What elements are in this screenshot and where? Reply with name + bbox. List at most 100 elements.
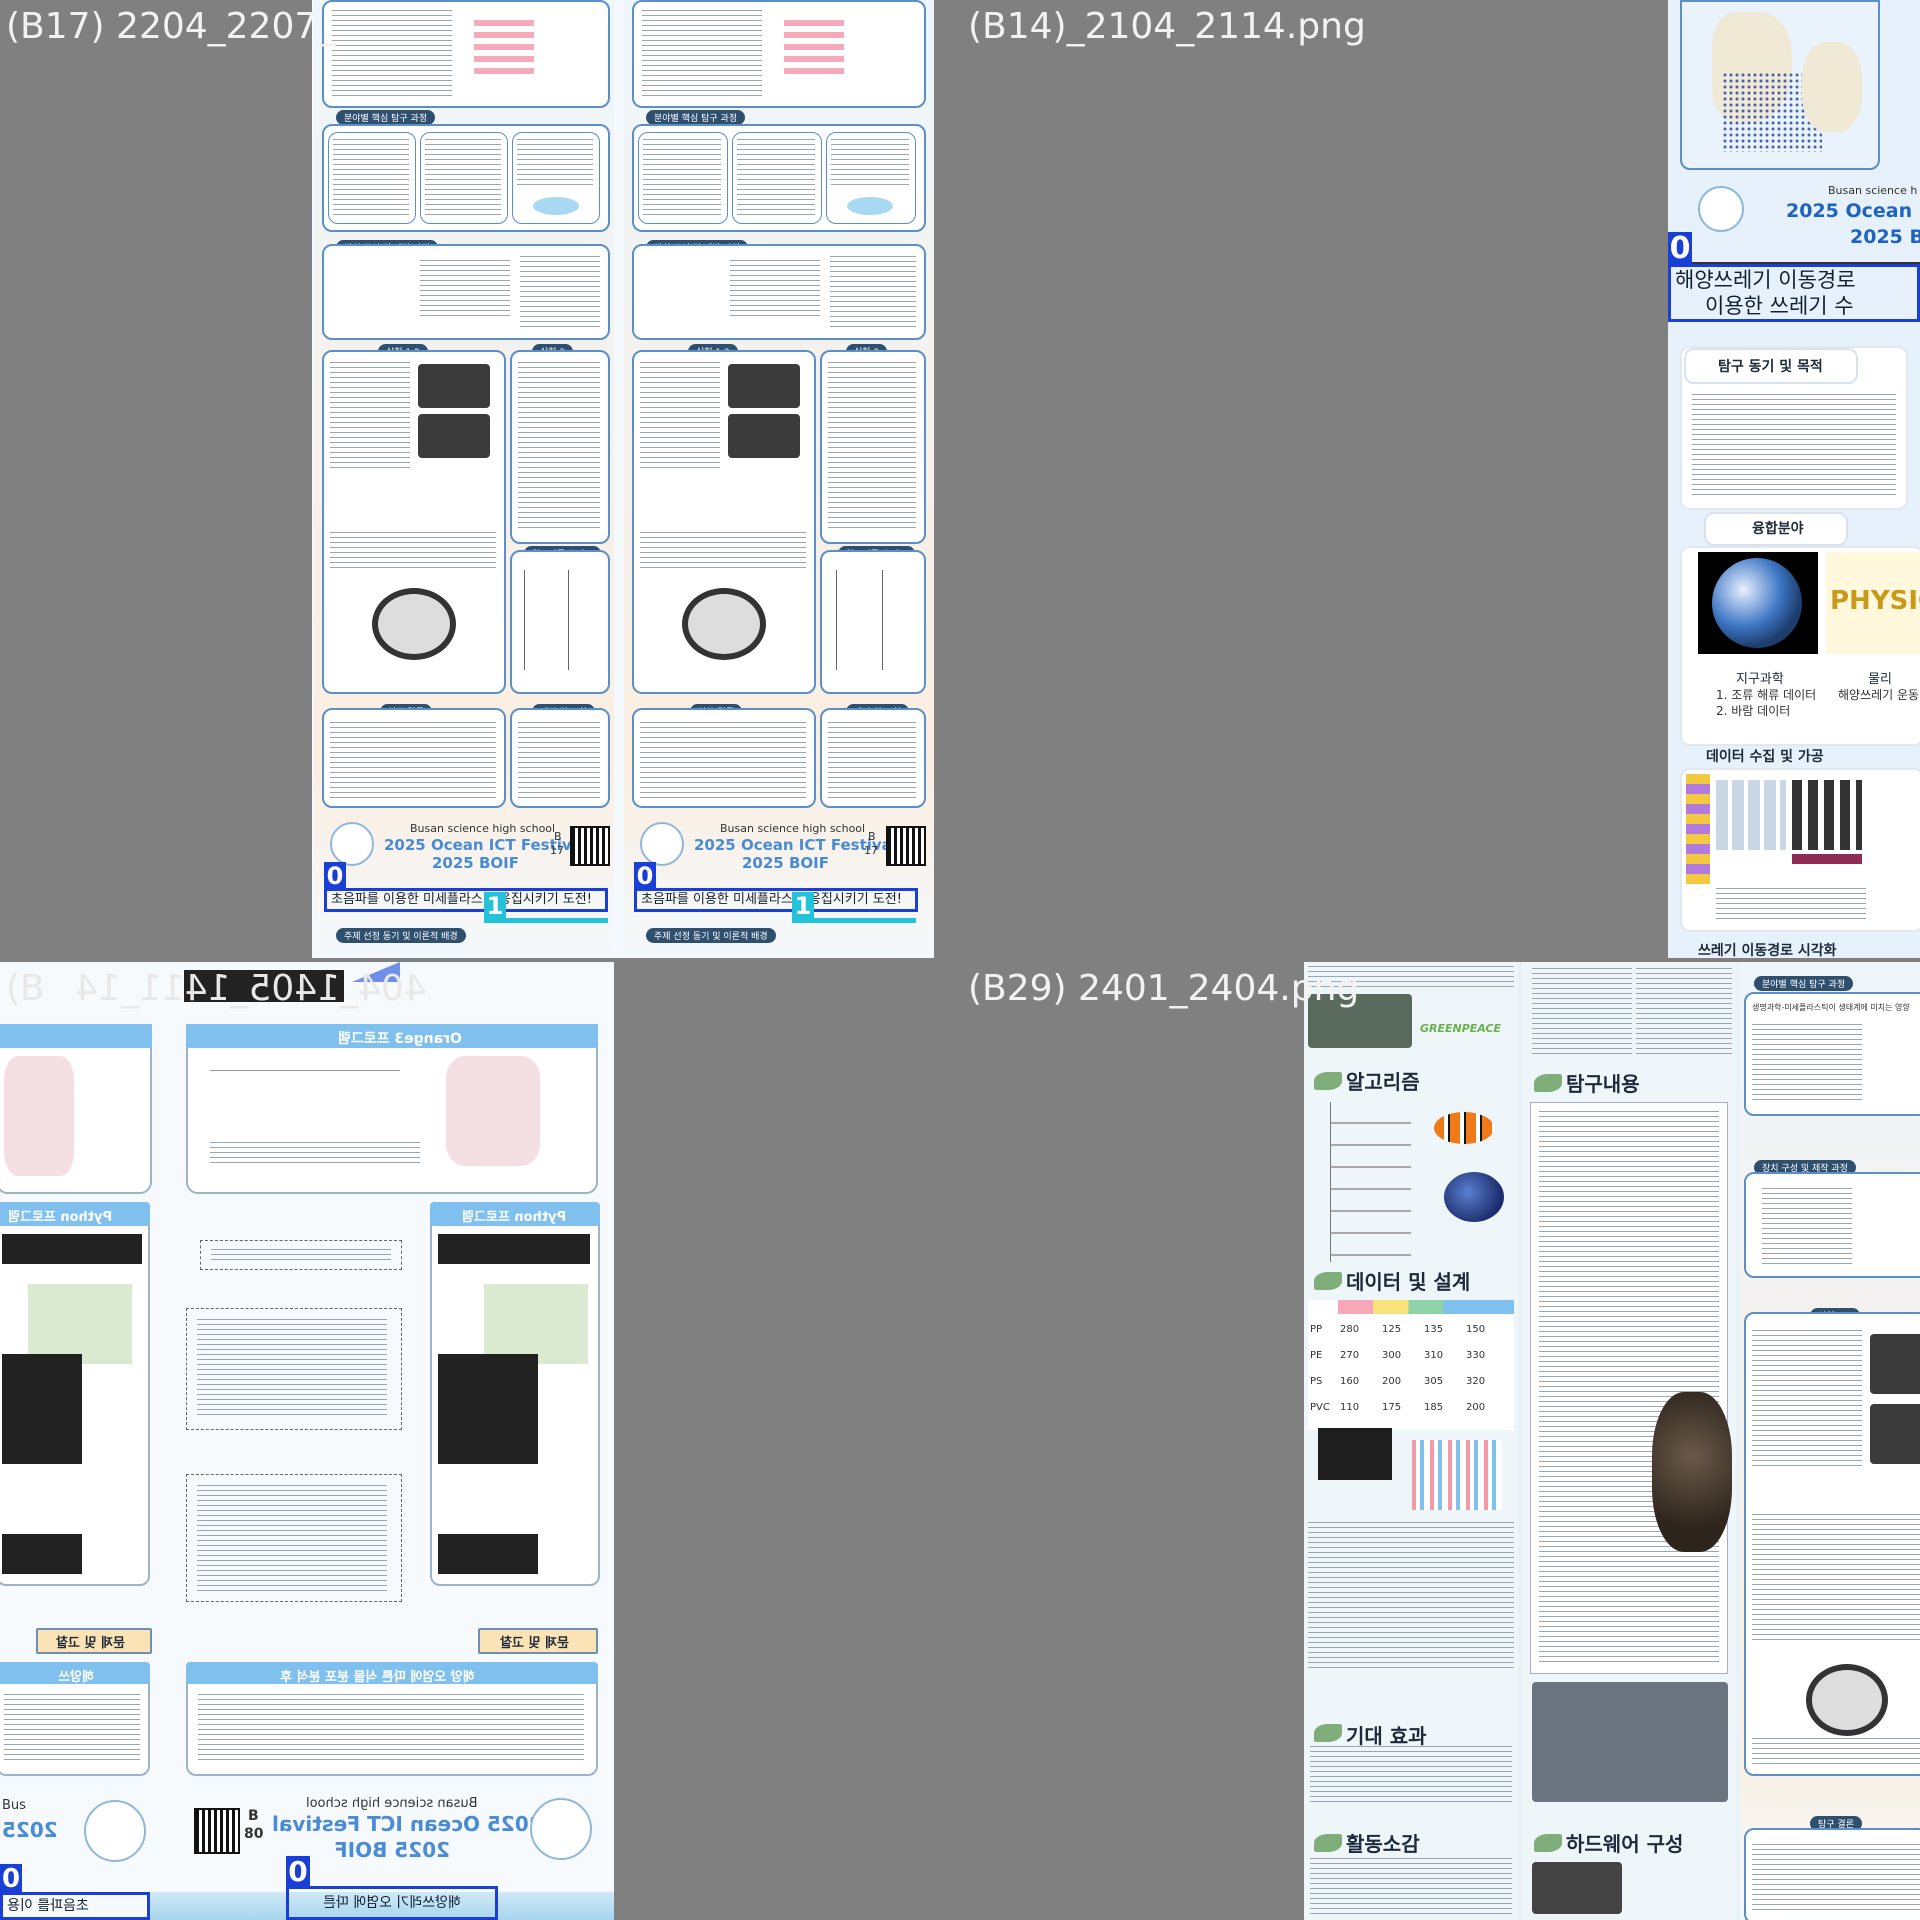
device-panel bbox=[1744, 1172, 1920, 1278]
algo-flowchart bbox=[1330, 1102, 1411, 1262]
section-viz: 쓰레기 이동경로 시각화 bbox=[1698, 943, 1837, 958]
poster-copy-2: 분야별 핵심 탐구 과정 장치 구성 및 제작 과정 실험 1,2 실험 3 알… bbox=[624, 0, 934, 958]
footer-logo bbox=[530, 1798, 592, 1860]
experiment-panel bbox=[632, 350, 816, 694]
problem-header: 문제 및 고찰 bbox=[478, 1628, 598, 1654]
annotation-label-0: 0 bbox=[286, 1856, 310, 1888]
section-pill: 주제 선정 동기 및 이론적 배경 bbox=[646, 928, 776, 943]
algo-heading-leaf bbox=[1314, 1072, 1342, 1090]
data-panel bbox=[1680, 768, 1920, 932]
section-pill: 분야별 핵심 탐구 과정 bbox=[1754, 976, 1854, 991]
greenpeace-label: GREENPEACE bbox=[1420, 1022, 1502, 1035]
orange3-panel: Orange3 프로그램 bbox=[186, 1024, 598, 1194]
earth-item: 2. 바람 데이터 bbox=[1716, 704, 1791, 718]
expect-title: 해양 오염에 따른 식물 분포 분석 후 bbox=[280, 1670, 475, 1685]
core-panel: 생명과학-미세플라스틱이 생태계에 미치는 영향 bbox=[1744, 992, 1920, 1116]
annotation-label-1: 1 bbox=[792, 892, 814, 920]
annotation-label-0: 0 bbox=[1668, 231, 1692, 266]
section-fusion: 융합분야 bbox=[1752, 521, 1804, 537]
activity-heading-leaf bbox=[1314, 1834, 1342, 1852]
core-sub: 생명과학-미세플라스틱이 생태계에 미치는 영향 bbox=[1752, 1003, 1910, 1012]
experiment-panel bbox=[322, 350, 506, 694]
legend-box bbox=[1318, 1428, 1392, 1480]
section-pill: 분야별 핵심 탐구 과정 bbox=[336, 110, 436, 125]
middle-box-1 bbox=[200, 1240, 402, 1270]
algo-panel bbox=[820, 550, 926, 694]
physics-caption: 물리 bbox=[1868, 672, 1892, 687]
annotation-box-0[interactable]: 해양쓰레기 이동경로 이용한 쓰레기 수 bbox=[1668, 264, 1920, 322]
booth-number: 80 bbox=[244, 1826, 264, 1842]
problem-header-left: 문제 및 고찰 bbox=[36, 1628, 152, 1654]
filename-label: (B14)_2104_2114.png bbox=[968, 6, 1366, 47]
booth-letter: B bbox=[868, 830, 876, 843]
booth-number: 17 bbox=[864, 844, 878, 857]
section-data: 데이터 수집 및 가공 bbox=[1706, 749, 1824, 765]
quadrant-top-right: (B14)_2104_2114.png Busan science h 2025… bbox=[962, 0, 1920, 958]
expect-heading-leaf bbox=[1314, 1724, 1342, 1742]
middle-box-2 bbox=[186, 1308, 402, 1430]
logo bbox=[1698, 186, 1744, 232]
title-mirrored: 해양쓰레기 오염에 따른 bbox=[323, 1895, 461, 1911]
info-panel-top bbox=[322, 0, 610, 108]
earth-item: 1. 조류 해류 데이터 bbox=[1716, 688, 1817, 702]
section-expect: 기대 효과 bbox=[1346, 1724, 1427, 1748]
section-algo: 알고리즘 bbox=[1346, 1070, 1420, 1094]
suggest-panel bbox=[510, 708, 610, 808]
annotation-underline-1 bbox=[484, 918, 608, 923]
physics-image: PHYSIC bbox=[1826, 552, 1920, 654]
conclusion-panel bbox=[1744, 1828, 1920, 1920]
hw-photo bbox=[1532, 1862, 1622, 1914]
filename-part: (B bbox=[6, 968, 45, 1009]
collage-left-col: GREENPEACE 알고리즘 데이터 및 설계 PP 280 125 135 … bbox=[1304, 962, 1518, 1920]
table-row: PVC 110 175 185 200 bbox=[1310, 1402, 1486, 1413]
booth-number: 17 bbox=[550, 844, 564, 857]
hardware-photo bbox=[1532, 1682, 1728, 1802]
boif-title: 2025 BOIF bbox=[432, 854, 519, 872]
table-row: PP 280 125 135 150 bbox=[1310, 1324, 1486, 1335]
section-motive: 탐구 동기 및 목적 bbox=[1718, 359, 1823, 375]
annotation-box-0[interactable]: 초음파를 이용한 미세플라스틱 응집시키기 도전! bbox=[634, 888, 918, 912]
filename-label: (B29) 2401_2404.png bbox=[968, 968, 1360, 1009]
code-block bbox=[1530, 1102, 1728, 1674]
qr-code bbox=[570, 826, 610, 866]
footer-logo bbox=[330, 822, 374, 866]
annotation-box-0[interactable]: 해양쓰레기 오염에 따른 bbox=[286, 1886, 498, 1920]
poster-copy-1: 분야별 핵심 탐구 과정 장치 구성 및 제작 과정 실험 1,2 실험 3 알… bbox=[314, 0, 614, 958]
expect-panel: 해양 오염에 따른 식물 분포 분석 후 bbox=[186, 1662, 598, 1776]
school-name: Busan science high school bbox=[410, 822, 556, 835]
filename-label: (B 404_1405_1411_14 bbox=[6, 968, 427, 1009]
core-panel bbox=[322, 124, 610, 232]
python-panel-left: Python 프로그램 bbox=[0, 1202, 150, 1586]
info-panel-top bbox=[632, 0, 926, 108]
school-name: Busan science h bbox=[1828, 184, 1918, 197]
core-panel bbox=[632, 124, 926, 232]
section-activity: 활동소감 bbox=[1346, 1832, 1420, 1856]
turtle-image bbox=[1652, 1392, 1732, 1552]
poster-mirrored: Orange3 프로그램 Python 프로그램 Python 프로그램 문제 … bbox=[0, 962, 614, 1920]
annotation-label-1: 1 bbox=[484, 892, 506, 920]
annotation-underline-1 bbox=[792, 918, 916, 923]
festival-title: 2025 Ocean ICT Festival bbox=[272, 1812, 543, 1836]
title-text: 초음파를 이용한 미세플라스틱 응집시키기 도전! bbox=[641, 892, 902, 907]
title-text: 초음파를 이용한 미세플라스틱 응집시키기 도전! bbox=[331, 892, 592, 907]
exp3-panel bbox=[510, 350, 610, 544]
exp3-panel bbox=[820, 350, 926, 544]
section-pill: 주제 선정 동기 및 이론적 배경 bbox=[336, 928, 466, 943]
school-name-left: Bus bbox=[2, 1798, 26, 1813]
filename-label: (B17) 2204_2207_ bbox=[6, 6, 336, 47]
data-heading-leaf bbox=[1314, 1272, 1342, 1290]
annotation-box-0[interactable]: 초음파를 이용한 미세플라스틱 응집시키기 도전! bbox=[324, 888, 608, 912]
annotation-box-0[interactable]: 초음파를 이용 bbox=[0, 1892, 150, 1920]
qr-code bbox=[194, 1808, 240, 1854]
boif-title: 2025 BOIF bbox=[742, 854, 829, 872]
poster-right: Busan science h 2025 Ocean I 2025 B 탐구 동… bbox=[1668, 0, 1920, 958]
annotation-label-0: 0 bbox=[634, 862, 656, 890]
orange3-title: Orange3 프로그램 bbox=[338, 1031, 462, 1047]
boif-title: 2025 B bbox=[1850, 226, 1920, 248]
school-name: Busan science high school bbox=[720, 822, 866, 835]
collage-right-col: 분야별 핵심 탐구 과정 생명과학-미세플라스틱이 생태계에 미치는 영향 장치… bbox=[1740, 962, 1920, 1920]
python-title: Python 프로그램 bbox=[8, 1210, 113, 1225]
school-name: Busan science high school bbox=[306, 1796, 478, 1811]
table-row: PE 270 300 310 330 bbox=[1310, 1350, 1486, 1361]
quadrant-bottom-left: Orange3 프로그램 Python 프로그램 Python 프로그램 문제 … bbox=[0, 962, 958, 1920]
